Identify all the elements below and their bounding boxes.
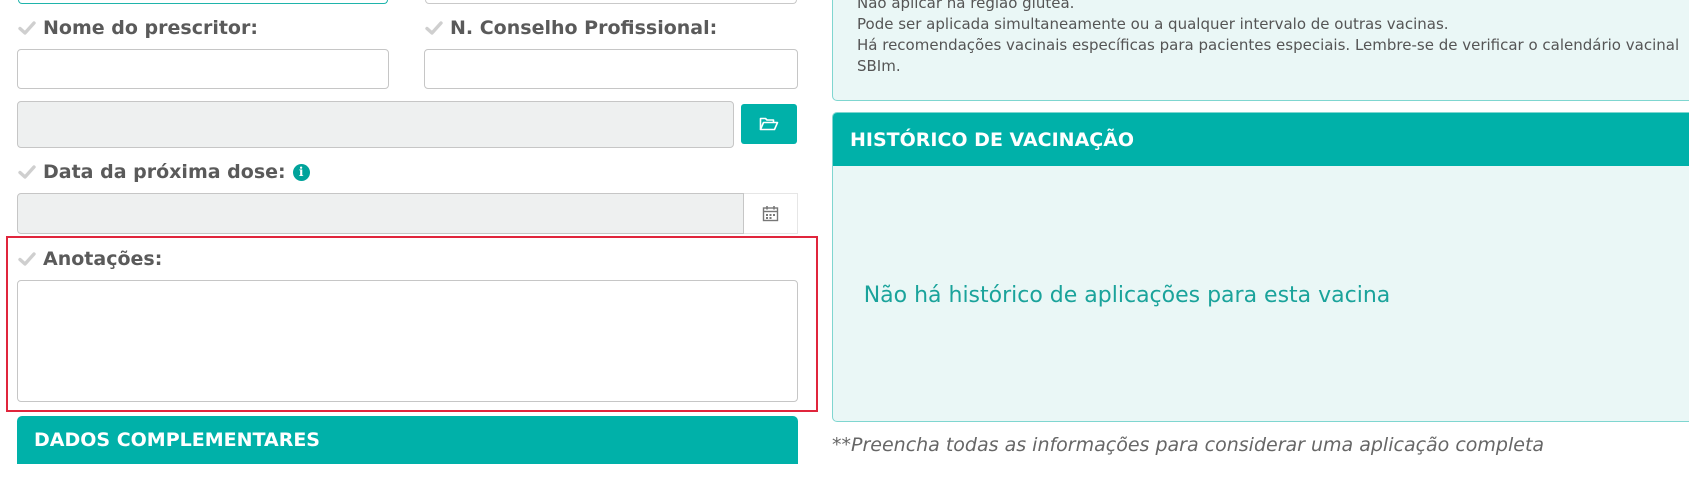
council-input[interactable]: [424, 49, 798, 89]
complementary-section-title: DADOS COMPLEMENTARES: [34, 429, 320, 451]
vaccination-history-title: HISTÓRICO DE VACINAÇÃO: [850, 128, 1135, 151]
prescriber-input[interactable]: [17, 49, 389, 89]
council-label: N. Conselho Profissional:: [425, 17, 717, 39]
next-dose-label-text: Data da próxima dose:: [43, 161, 286, 183]
info-line: Não aplicar na região glútea.: [857, 0, 1075, 12]
calendar-button[interactable]: [744, 193, 798, 234]
info-icon[interactable]: i: [292, 163, 310, 181]
previous-field-active[interactable]: [18, 0, 388, 4]
complementary-section-header[interactable]: DADOS COMPLEMENTARES: [17, 416, 798, 464]
notes-label-text: Anotações:: [43, 248, 163, 270]
notes-label: Anotações:: [18, 248, 162, 270]
check-icon: [18, 252, 36, 266]
prescriber-label-text: Nome do prescritor:: [43, 17, 258, 39]
history-empty-message: Não há histórico de aplicações para esta…: [863, 283, 1391, 308]
info-line: SBIm.: [857, 57, 901, 75]
completion-footnote: **Preencha todas as informações para con…: [832, 434, 1545, 456]
check-icon: [425, 21, 443, 35]
info-line: Pode ser aplicada simultaneamente ou a q…: [857, 15, 1449, 33]
folder-open-icon: [759, 117, 779, 131]
notes-textarea[interactable]: [17, 280, 798, 402]
vaccine-info-box: Não aplicar na região glútea. Pode ser a…: [832, 0, 1689, 101]
file-path-input: [17, 101, 734, 148]
open-file-button[interactable]: [741, 104, 797, 144]
check-icon: [18, 165, 36, 179]
next-dose-label: Data da próxima dose: i: [18, 161, 310, 183]
check-icon: [18, 21, 36, 35]
info-line: Há recomendações vacinais específicas pa…: [857, 36, 1680, 54]
council-label-text: N. Conselho Profissional:: [450, 17, 718, 39]
vaccination-history-panel: HISTÓRICO DE VACINAÇÃO Não há histórico …: [832, 112, 1689, 422]
calendar-icon: [762, 206, 779, 222]
previous-field[interactable]: [425, 0, 797, 4]
next-dose-input: [17, 193, 744, 234]
prescriber-label: Nome do prescritor:: [18, 17, 258, 39]
vaccination-history-header: HISTÓRICO DE VACINAÇÃO: [833, 113, 1689, 166]
